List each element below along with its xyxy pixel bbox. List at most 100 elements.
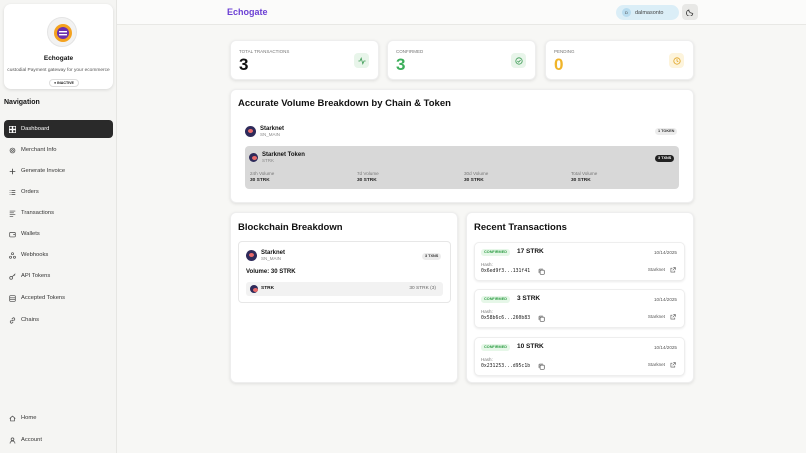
- token-amount: 30 STRK (3): [409, 286, 436, 291]
- sidebar-item-label: Home: [21, 415, 37, 421]
- metric-label: 24h Volume: [250, 171, 275, 176]
- activity-icon: [354, 53, 369, 68]
- starknet-logo-icon: [245, 126, 256, 137]
- token-volume-panel: Starknet Token STRK 3 TXNS 24h Volume 30…: [245, 146, 679, 189]
- stat-value: 3: [396, 55, 406, 74]
- token-symbol: STRK: [262, 158, 275, 163]
- webhook-icon: [4, 251, 21, 259]
- sidebar-item-label: Accepted Tokens: [21, 295, 66, 301]
- check-circle-icon: [511, 53, 526, 68]
- sidebar-item-label: Webhooks: [21, 252, 49, 258]
- tx-hash: 0x6ed9f3...131f41: [481, 269, 531, 274]
- sidebar-item-label: Orders: [21, 189, 39, 195]
- sidebar-item-account[interactable]: Account: [4, 431, 113, 449]
- merchant-profile-card: Echogate custodial Payment gateway for y…: [4, 4, 113, 89]
- stat-label: PENDING: [554, 49, 575, 54]
- copy-icon[interactable]: [538, 315, 545, 322]
- sidebar-item-home[interactable]: Home: [4, 409, 113, 427]
- external-link-icon[interactable]: [670, 267, 676, 273]
- stat-card-confirmed: CONFIRMED 3: [387, 40, 536, 80]
- external-link-icon[interactable]: [670, 314, 676, 320]
- status-badge: ● INACTIVE: [49, 79, 79, 87]
- stat-value: 3: [239, 55, 249, 74]
- gear-icon: [4, 147, 21, 154]
- sidebar-item-chains[interactable]: Chains: [4, 311, 113, 329]
- copy-icon[interactable]: [538, 363, 545, 370]
- plus-icon: [4, 168, 21, 175]
- token-row: STRK 30 STRK (3): [246, 282, 443, 296]
- copy-icon[interactable]: [538, 268, 545, 275]
- tx-chain: Starknet: [647, 314, 665, 319]
- sidebar-item-label: Account: [21, 437, 42, 443]
- chain-header: Starknet SN_MAIN: [246, 250, 285, 261]
- sidebar-item-transactions[interactable]: Transactions: [4, 204, 113, 222]
- moon-icon: [686, 9, 694, 16]
- status-badge: CONFIRMED: [481, 344, 510, 351]
- metric-value: 30 STRK: [571, 178, 591, 183]
- sidebar-item-wallets[interactable]: Wallets: [4, 225, 113, 243]
- chain-network: SN_MAIN: [260, 132, 281, 137]
- dashboard-icon: [4, 125, 21, 133]
- external-link-icon[interactable]: [670, 362, 676, 368]
- sidebar-item-generate-invoice[interactable]: Generate Invoice: [4, 162, 113, 180]
- volume-breakdown-card: Accurate Volume Breakdown by Chain & Tok…: [230, 89, 694, 203]
- tx-date: 10/14/2025: [654, 250, 677, 255]
- sidebar-item-label: Transactions: [21, 210, 54, 216]
- blockchain-breakdown-card: Blockchain Breakdown Starknet SN_MAIN 3 …: [230, 212, 458, 383]
- status-badge: CONFIRMED: [481, 249, 510, 256]
- chain-header: Starknet SN_MAIN: [245, 126, 284, 137]
- starknet-token-icon: [250, 285, 258, 293]
- app-brand[interactable]: Echogate: [227, 7, 268, 17]
- top-header: Echogate D dalmasonto: [117, 0, 806, 25]
- sidebar-item-accepted-tokens[interactable]: Accepted Tokens: [4, 289, 113, 307]
- hash-label: Hash:: [481, 262, 493, 267]
- sidebar: Echogate custodial Payment gateway for y…: [0, 0, 117, 453]
- tx-amount: 3 STRK: [517, 295, 541, 302]
- sidebar-item-orders[interactable]: Orders: [4, 183, 113, 201]
- chain-network: SN_MAIN: [261, 256, 282, 261]
- metric-value: 30 STRK: [250, 178, 270, 183]
- transaction-item[interactable]: CONFIRMED 17 STRK 10/14/2025 Hash: 0x6ed…: [474, 242, 685, 281]
- stat-card-pending: PENDING 0: [545, 40, 694, 80]
- sidebar-item-webhooks[interactable]: Webhooks: [4, 246, 113, 264]
- sidebar-item-label: Wallets: [21, 231, 40, 237]
- tx-amount: 10 STRK: [517, 343, 544, 350]
- sidebar-item-label: Generate Invoice: [21, 168, 66, 174]
- metric-label: Total Volume: [571, 171, 598, 176]
- section-title: Recent Transactions: [474, 222, 567, 233]
- tx-date: 10/14/2025: [654, 297, 677, 302]
- section-title: Accurate Volume Breakdown by Chain & Tok…: [238, 98, 451, 109]
- tx-amount: 17 STRK: [517, 248, 544, 255]
- tx-count-badge: 3 TXNS: [655, 155, 675, 162]
- metric-label: 7d Volume: [357, 171, 379, 176]
- tx-hash: 0x231253...d95c1b: [481, 364, 531, 369]
- sidebar-item-dashboard[interactable]: Dashboard: [4, 120, 113, 138]
- user-menu[interactable]: D dalmasonto: [616, 5, 679, 20]
- database-icon: [4, 294, 21, 302]
- transaction-item[interactable]: CONFIRMED 3 STRK 10/14/2025 Hash: 0x58b6…: [474, 289, 685, 328]
- section-title: Blockchain Breakdown: [238, 222, 343, 233]
- starknet-token-icon: [249, 153, 258, 162]
- key-icon: [4, 272, 21, 280]
- status-badge: CONFIRMED: [481, 296, 510, 303]
- sidebar-item-label: Chains: [21, 317, 40, 323]
- transactions-icon: [4, 210, 21, 217]
- metric-value: 30 STRK: [464, 178, 484, 183]
- sidebar-item-merchant-info[interactable]: Merchant Info: [4, 141, 113, 159]
- metric-label: 30d Volume: [464, 171, 489, 176]
- stat-label: TOTAL TRANSACTIONS: [239, 49, 290, 54]
- sidebar-item-api-tokens[interactable]: API Tokens: [4, 267, 113, 285]
- link-icon: [4, 316, 21, 324]
- hash-label: Hash:: [481, 357, 493, 362]
- tx-date: 10/14/2025: [654, 345, 677, 350]
- merchant-logo: [47, 17, 77, 47]
- transaction-item[interactable]: CONFIRMED 10 STRK 10/14/2025 Hash: 0x231…: [474, 337, 685, 376]
- username: dalmasonto: [635, 9, 664, 16]
- tx-hash: 0x58b6c6...260b83: [481, 316, 531, 321]
- list-icon: [4, 189, 21, 196]
- tx-chain: Starknet: [647, 362, 665, 367]
- theme-toggle-button[interactable]: [682, 4, 698, 20]
- merchant-name: Echogate: [43, 55, 74, 62]
- starknet-logo-icon: [246, 250, 257, 261]
- metric-value: 30 STRK: [357, 178, 377, 183]
